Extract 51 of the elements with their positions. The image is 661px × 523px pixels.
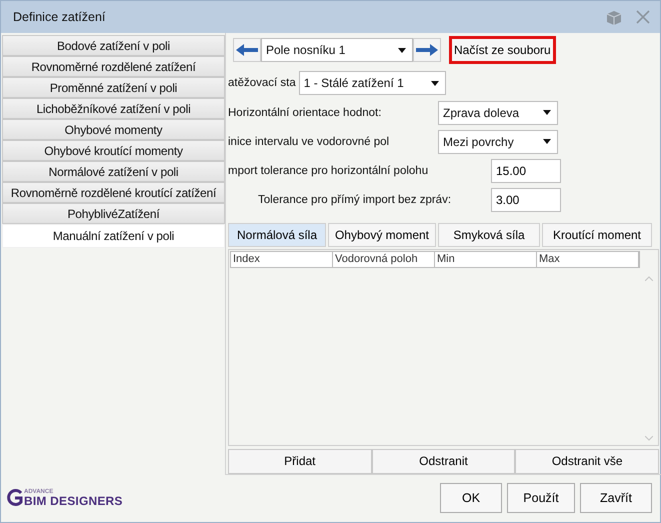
dialog-button[interactable]: OK (440, 483, 502, 513)
next-button[interactable] (413, 38, 441, 62)
tab[interactable]: Ohybový moment (328, 223, 436, 248)
logo-text: BIM DESIGNERS (24, 495, 123, 507)
dropdown-field[interactable]: 1 - Stálé zatížení 1 (298, 71, 446, 96)
input-field[interactable]: 15.00 (491, 159, 561, 184)
field-label: mport tolerance pro horizontální polohu (228, 165, 430, 178)
field-label: atěžovací sta (228, 77, 296, 90)
load-from-file-button[interactable]: Načíst ze souboru (449, 36, 556, 64)
column-header[interactable]: Index (231, 252, 333, 268)
field-label: inice intervalu ve vodorovné pol (228, 136, 390, 148)
load-type-item[interactable]: Rovnoměrné rozdělené zatížení (2, 56, 225, 77)
scroll-up-icon[interactable] (645, 276, 653, 282)
right-arrow-icon (416, 44, 438, 56)
caret-icon (430, 80, 439, 86)
load-type-item[interactable]: Lichoběžníkové zatížení v poli (2, 98, 225, 119)
load-type-item[interactable]: Proměnné zatížení v poli (2, 77, 225, 98)
span-dropdown[interactable]: Pole nosníku 1 (261, 38, 413, 62)
column-header[interactable]: Min (435, 252, 537, 268)
table-button[interactable]: Odstranit (372, 448, 516, 474)
window-title: Definice zatížení (13, 10, 106, 24)
load-type-item[interactable]: Ohybové momenty (2, 119, 225, 140)
dialog-button[interactable]: Použít (507, 483, 575, 513)
package-icon[interactable] (606, 9, 622, 25)
load-type-item[interactable]: Ohybové kroutící momenty (2, 140, 225, 161)
field-label: Horizontální orientace hodnot: (228, 106, 382, 119)
field-label: Tolerance pro přímý import bez zpráv: (258, 194, 452, 206)
tab[interactable]: Smyková síla (438, 223, 540, 248)
load-type-item[interactable]: PohyblivéZatížení (2, 203, 225, 224)
table-button[interactable]: Přidat (228, 448, 372, 474)
caret-icon (543, 110, 551, 116)
close-icon[interactable] (636, 10, 650, 24)
column-header[interactable]: Max (537, 252, 639, 268)
dropdown-field[interactable]: Mezi povrchy (438, 130, 558, 154)
load-type-item[interactable]: Normálové zatížení v poli (2, 161, 225, 182)
tab[interactable]: Normálová síla (228, 223, 326, 248)
table-button[interactable]: Odstranit vše (515, 448, 660, 474)
load-type-item[interactable]: Manuální zatížení v poli (2, 224, 225, 248)
column-header[interactable]: Vodorovná poloh (333, 252, 435, 268)
logo-mark-icon (7, 489, 23, 507)
load-type-item[interactable]: Bodové zatížení v poli (2, 35, 225, 56)
tab[interactable]: Kroutící moment (542, 223, 652, 248)
left-arrow-icon (236, 44, 258, 56)
dropdown-field[interactable]: Zprava doleva (438, 100, 558, 125)
dialog-button[interactable]: Zavřít (580, 483, 652, 513)
scroll-down-icon[interactable] (645, 436, 653, 441)
caret-icon (398, 48, 406, 52)
previous-button[interactable] (233, 38, 261, 62)
input-field[interactable]: 3.00 (491, 188, 561, 212)
caret-icon (543, 139, 551, 144)
load-type-item[interactable]: Rovnoměrně rozdělené kroutící zatížení (2, 182, 225, 203)
